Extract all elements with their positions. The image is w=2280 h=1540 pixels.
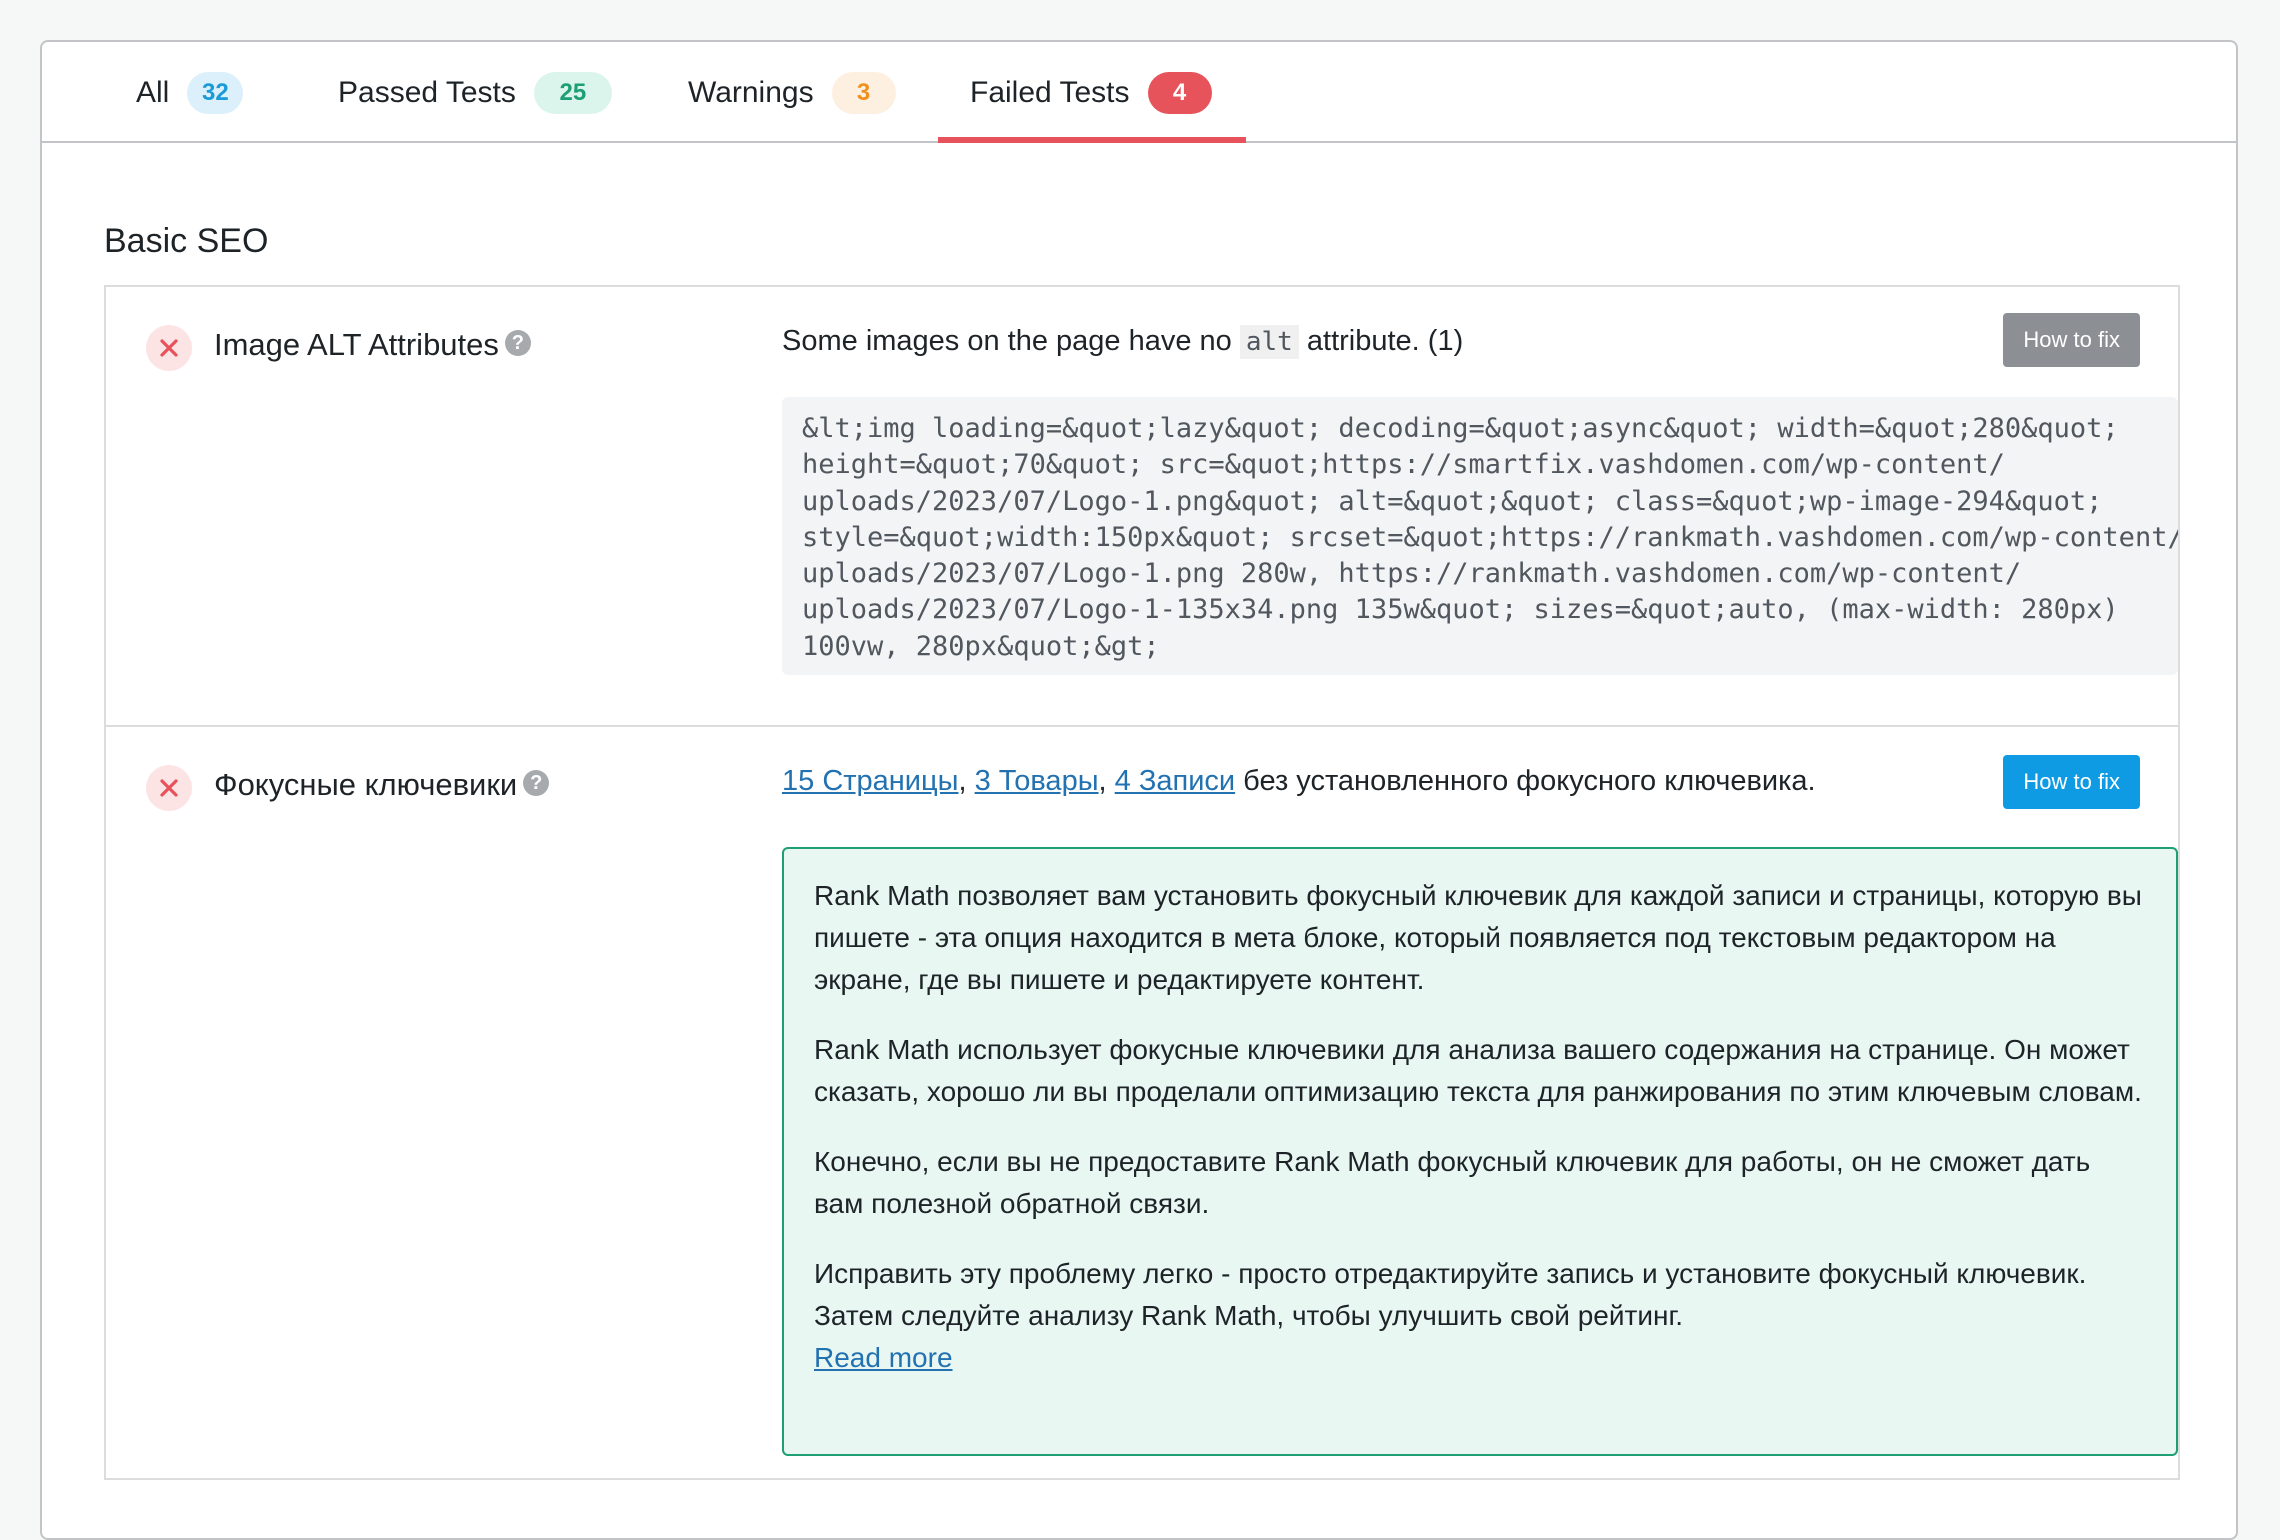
test-result-text: 15 Страницы, 3 Товары, 4 Записи без уста… [782,765,1816,798]
close-x-icon [146,765,192,811]
result-inline-code: alt [1239,325,1299,359]
link-pages[interactable]: 15 Страницы [782,765,958,797]
tab-warnings-count-badge: 3 [831,71,896,114]
code-line: uploads/2023/07/Logo-1.png&quot; alt=&qu… [802,485,2103,517]
link-products[interactable]: 3 Товары [975,765,1099,797]
code-line: height=&quot;70&quot; src=&quot;https://… [802,449,2005,481]
active-tab-indicator [938,137,1246,143]
tab-all[interactable]: All 32 [136,42,244,143]
tab-all-label: All [136,75,170,109]
result-suffix: без установленного фокусного ключевика. [1235,765,1816,797]
how-to-fix-info-box: Rank Math позволяет вам установить фокус… [782,847,2178,1456]
code-line: uploads/2023/07/Logo-1.png 280w, https:/… [802,558,2022,590]
tab-warnings[interactable]: Warnings 3 [688,42,896,143]
how-to-fix-button[interactable]: How to fix [2003,313,2140,367]
result-prefix: Some images on the page have no [782,325,1240,357]
test-label-text: Фокусные ключевики [214,767,518,802]
link-separator: , [958,765,975,797]
tab-warnings-label: Warnings [688,75,814,109]
result-suffix: attribute. (1) [1298,325,1464,357]
question-circle-icon[interactable]: ? [523,770,550,796]
test-result-text: Some images on the page have no alt attr… [782,325,1464,359]
test-results-table: Image ALT Attributes ? Some images on th… [104,285,2180,1480]
code-line: &lt;img loading=&quot;lazy&quot; decodin… [802,413,2119,444]
code-line: uploads/2023/07/Logo-1-135x34.png 135w&q… [802,594,2119,626]
question-circle-icon[interactable]: ? [504,330,531,356]
tab-failed-tests-count-badge: 4 [1147,71,1212,114]
tab-passed-tests[interactable]: Passed Tests 25 [338,42,612,143]
info-paragraph: Исправить эту проблему легко - просто от… [814,1258,2087,1331]
info-paragraph: Конечно, если вы не предоставите Rank Ma… [814,1146,2091,1219]
read-more-link[interactable]: Read more [814,1342,953,1373]
tab-bar: All 32 Passed Tests 25 Warnings 3 Failed… [42,42,2236,143]
link-posts[interactable]: 4 Записи [1115,765,1235,797]
test-label: Фокусные ключевики ? [214,767,550,803]
code-snippet: &lt;img loading=&quot;lazy&quot; decodin… [782,397,2178,675]
code-line: 100vw, 280px&quot;&gt; [802,630,1160,662]
tab-passed-tests-count-badge: 25 [533,71,612,114]
tab-passed-tests-label: Passed Tests [338,75,516,109]
code-line: style=&quot;width:150px&quot; srcset=&qu… [802,521,2178,553]
link-separator: , [1098,765,1115,797]
tab-failed-tests[interactable]: Failed Tests 4 [970,42,1212,143]
test-row-image-alt: Image ALT Attributes ? Some images on th… [106,287,2178,727]
test-label: Image ALT Attributes ? [214,327,531,363]
test-row-focus-keywords: Фокусные ключевики ? 15 Страницы, 3 Това… [106,727,2178,1482]
tab-all-count-badge: 32 [187,71,244,114]
close-x-icon [146,325,192,371]
seo-analysis-panel: All 32 Passed Tests 25 Warnings 3 Failed… [40,40,2238,1540]
info-paragraph: Rank Math использует фокусные ключевики … [814,1034,2142,1107]
tab-failed-tests-label: Failed Tests [970,75,1130,109]
test-label-text: Image ALT Attributes [214,327,499,362]
section-title: Basic SEO [104,222,269,260]
how-to-fix-button[interactable]: How to fix [2003,755,2140,809]
info-paragraph: Rank Math позволяет вам установить фокус… [814,880,2142,995]
